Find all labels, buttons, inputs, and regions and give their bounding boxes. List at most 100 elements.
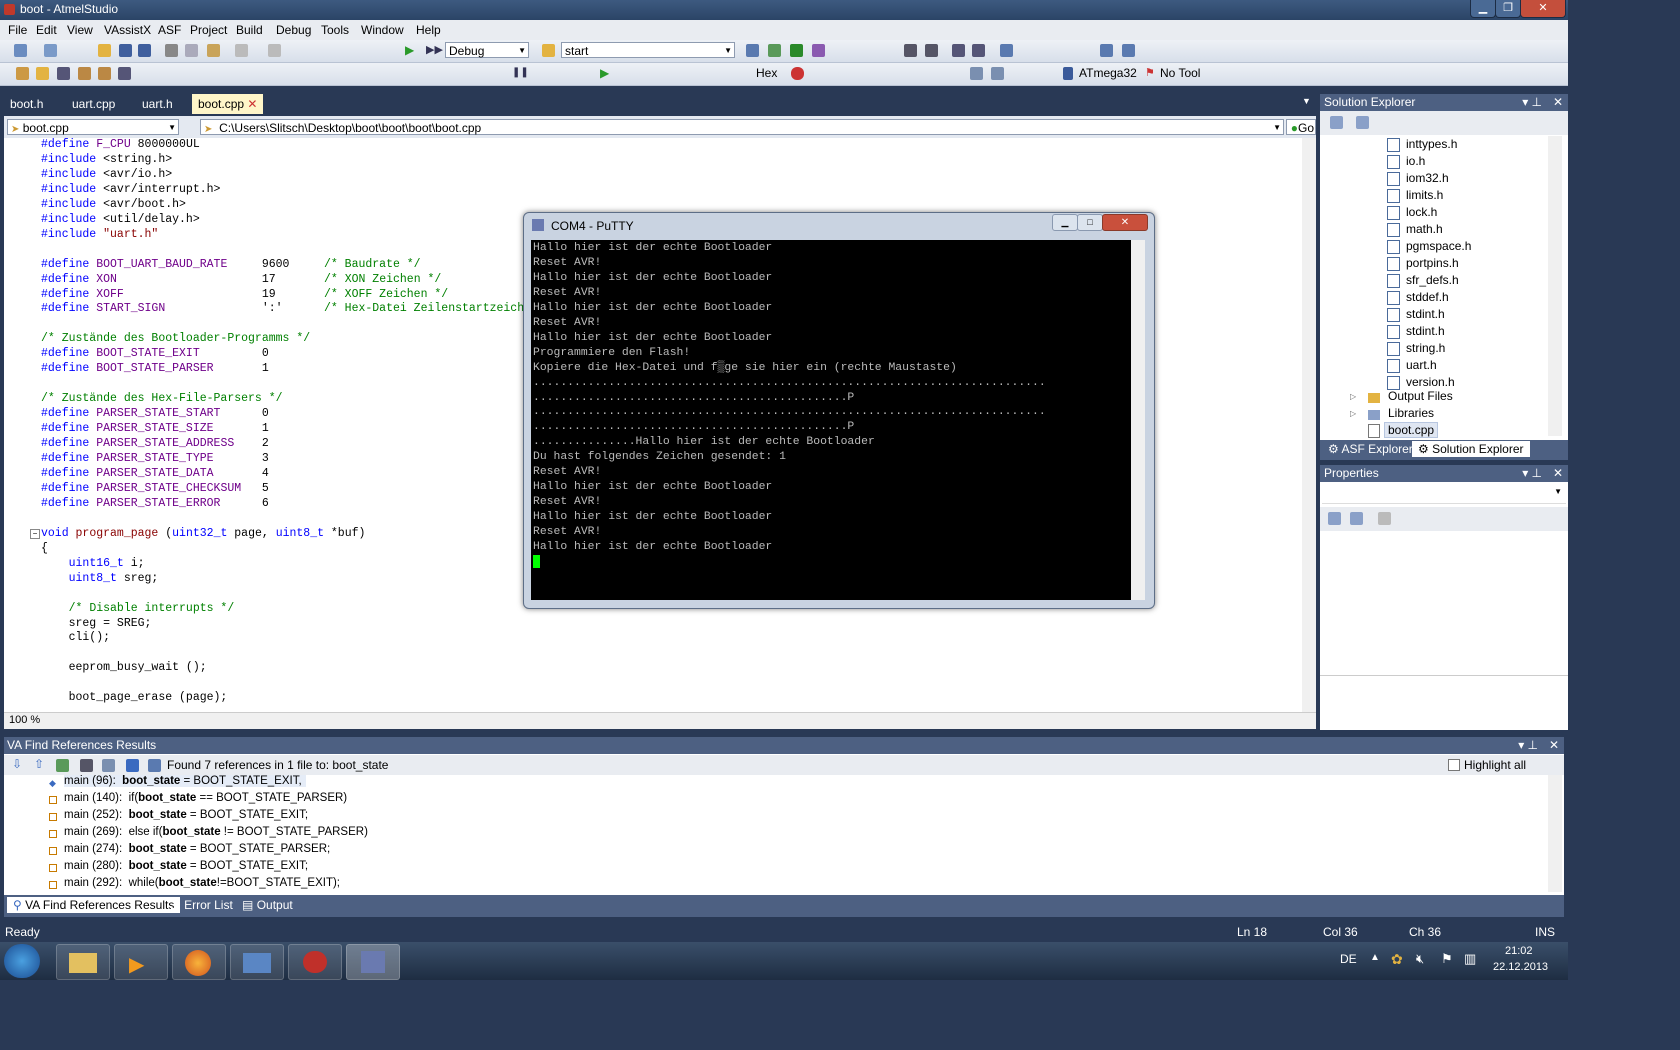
expand-icon[interactable]: ▷ (1350, 392, 1356, 401)
putty-minimize-button[interactable]: ▁ (1052, 214, 1078, 231)
clock-date[interactable]: 22.12.2013 (1493, 961, 1548, 973)
tray-app-icon[interactable]: ✿ (1391, 951, 1403, 968)
tab-asf-explorer[interactable]: ⚙ ASF Explorer (1328, 442, 1413, 456)
categorized-icon[interactable] (1328, 512, 1341, 525)
taskbar-firefox[interactable] (172, 944, 226, 980)
reference-row[interactable]: main (269): else if(boot_state != BOOT_S… (64, 826, 368, 838)
properties-icon[interactable] (1330, 116, 1343, 129)
tree-item[interactable]: version.h (1406, 375, 1455, 389)
device-programming-icon[interactable] (16, 67, 29, 80)
reference-row[interactable]: main (140): if(boot_state == BOOT_STATE_… (64, 792, 347, 804)
reference-row[interactable]: main (252): boot_state = BOOT_STATE_EXIT… (64, 809, 308, 821)
undo-icon[interactable] (235, 44, 248, 57)
tree-item[interactable]: uart.h (1406, 358, 1437, 372)
properties-object-combo[interactable]: ▼ (1322, 485, 1566, 504)
close-panel-icon[interactable]: ✕ (1549, 737, 1559, 754)
uncomment-icon[interactable] (972, 44, 985, 57)
menu-tools[interactable]: Tools (321, 23, 349, 37)
tray-arrow-icon[interactable]: ▲ (1370, 952, 1380, 963)
copy-icon[interactable] (185, 44, 198, 57)
open-file-icon[interactable] (98, 44, 111, 57)
tree-item[interactable]: math.h (1406, 222, 1443, 236)
toolbar-icon-d[interactable] (812, 44, 825, 57)
tab-output[interactable]: ▤ Output (242, 898, 293, 912)
close-panel-icon[interactable]: ✕ (1553, 94, 1563, 111)
collapse-icon[interactable]: − (30, 529, 40, 539)
language-indicator[interactable]: DE (1340, 952, 1357, 966)
highlight-all-checkbox[interactable] (1448, 759, 1460, 771)
tree-item[interactable]: pgmspace.h (1406, 239, 1471, 253)
menu-build[interactable]: Build (236, 23, 263, 37)
tool-icon-1[interactable] (57, 67, 70, 80)
open-icon[interactable] (36, 67, 49, 80)
pin-icon[interactable]: ▾ ⊥ (1518, 737, 1538, 754)
menu-asf[interactable]: ASF (158, 23, 181, 37)
binoculars-icon[interactable] (80, 759, 93, 772)
tab-uart-cpp[interactable]: uart.cpp (72, 94, 115, 114)
taskbar-network-app[interactable] (230, 944, 284, 980)
bookmark-next-icon[interactable] (1122, 44, 1135, 57)
indent-icon[interactable] (904, 44, 917, 57)
cut-icon[interactable] (165, 44, 178, 57)
tab-list-icon[interactable]: ▼ (1302, 96, 1311, 106)
tree-selected-item[interactable]: boot.cpp (1384, 422, 1439, 438)
pin-icon[interactable]: ▾ ⊥ (1522, 94, 1542, 111)
save-icon[interactable] (119, 44, 132, 57)
tool-icon-3[interactable] (98, 67, 111, 80)
go-button[interactable]: ●Go (1286, 119, 1316, 135)
breakpoint-icon[interactable] (791, 67, 804, 80)
memory-icon[interactable] (970, 67, 983, 80)
menu-view[interactable]: View (67, 23, 93, 37)
toolbar-icon-b[interactable] (768, 44, 781, 57)
menu-project[interactable]: Project (190, 23, 227, 37)
tree-item[interactable]: stdint.h (1406, 324, 1445, 338)
expand-icon[interactable]: ▷ (1350, 409, 1356, 418)
tab-va-find-references[interactable]: ⚲ VA Find References Results (7, 897, 181, 913)
clock-time[interactable]: 21:02 (1505, 945, 1533, 957)
tree-item[interactable]: stdint.h (1406, 307, 1445, 321)
reference-row[interactable]: main (292): while(boot_state!=BOOT_STATE… (64, 877, 340, 889)
continue-icon[interactable]: ▶ (600, 66, 613, 80)
vertical-scrollbar[interactable] (1302, 138, 1316, 712)
tab-uart-h[interactable]: uart.h (142, 94, 173, 114)
filter-icon[interactable] (102, 759, 115, 772)
menu-file[interactable]: File (8, 23, 27, 37)
bookmark-icon[interactable] (1000, 44, 1013, 57)
arrow-down-icon[interactable]: ⇩ (12, 757, 22, 771)
toolbar-icon-c[interactable] (790, 44, 803, 57)
tool-icon-4[interactable] (118, 67, 131, 80)
hex-toggle[interactable]: Hex (756, 66, 777, 80)
pin-icon[interactable]: ▾ ⊥ (1522, 465, 1542, 482)
menu-debug[interactable]: Debug (276, 23, 311, 37)
configuration-select[interactable]: Debug ▼ (445, 42, 529, 58)
reference-row[interactable]: main (280): boot_state = BOOT_STATE_EXIT… (64, 860, 308, 872)
solution-explorer-scrollbar[interactable] (1548, 136, 1562, 436)
tree-item[interactable]: stddef.h (1406, 290, 1449, 304)
volume-muted-icon[interactable]: 🔇︎ (1416, 951, 1424, 967)
arrow-up-icon[interactable]: ⇧ (34, 757, 44, 771)
step-icon[interactable]: ▶▶ (426, 43, 443, 56)
menu-edit[interactable]: Edit (36, 23, 57, 37)
property-pages-icon[interactable] (1378, 512, 1391, 525)
taskbar-media-player[interactable]: ▶ (114, 944, 168, 980)
file-combo[interactable]: ➤ boot.cpp ▼ (7, 119, 179, 135)
reference-row[interactable]: main (274): boot_state = BOOT_STATE_PARS… (64, 843, 330, 855)
add-item-icon[interactable] (44, 44, 57, 57)
toolbar-icon-a[interactable] (746, 44, 759, 57)
references-scrollbar[interactable] (1548, 775, 1562, 892)
taskbar-putty[interactable] (346, 944, 400, 980)
bookmark-prev-icon[interactable] (1100, 44, 1113, 57)
start-button[interactable] (4, 944, 40, 978)
find-combo[interactable]: start ▼ (561, 42, 735, 58)
tab-solution-explorer[interactable]: ⚙ Solution Explorer (1412, 441, 1530, 457)
break-icon[interactable]: ❚❚ (512, 67, 529, 80)
menu-window[interactable]: Window (361, 23, 404, 37)
tree-item[interactable]: iom32.h (1406, 171, 1449, 185)
close-button[interactable]: ✕ (1520, 0, 1566, 18)
close-tab-icon[interactable]: ✕ (247, 97, 257, 111)
path-combo[interactable]: ➤ C:\Users\Slitsch\Desktop\boot\boot\boo… (200, 119, 1284, 135)
new-project-icon[interactable] (14, 44, 27, 57)
close-panel-icon[interactable]: ✕ (1553, 465, 1563, 482)
start-debug-icon[interactable]: ▶ (405, 43, 418, 57)
paste-icon[interactable] (207, 44, 220, 57)
